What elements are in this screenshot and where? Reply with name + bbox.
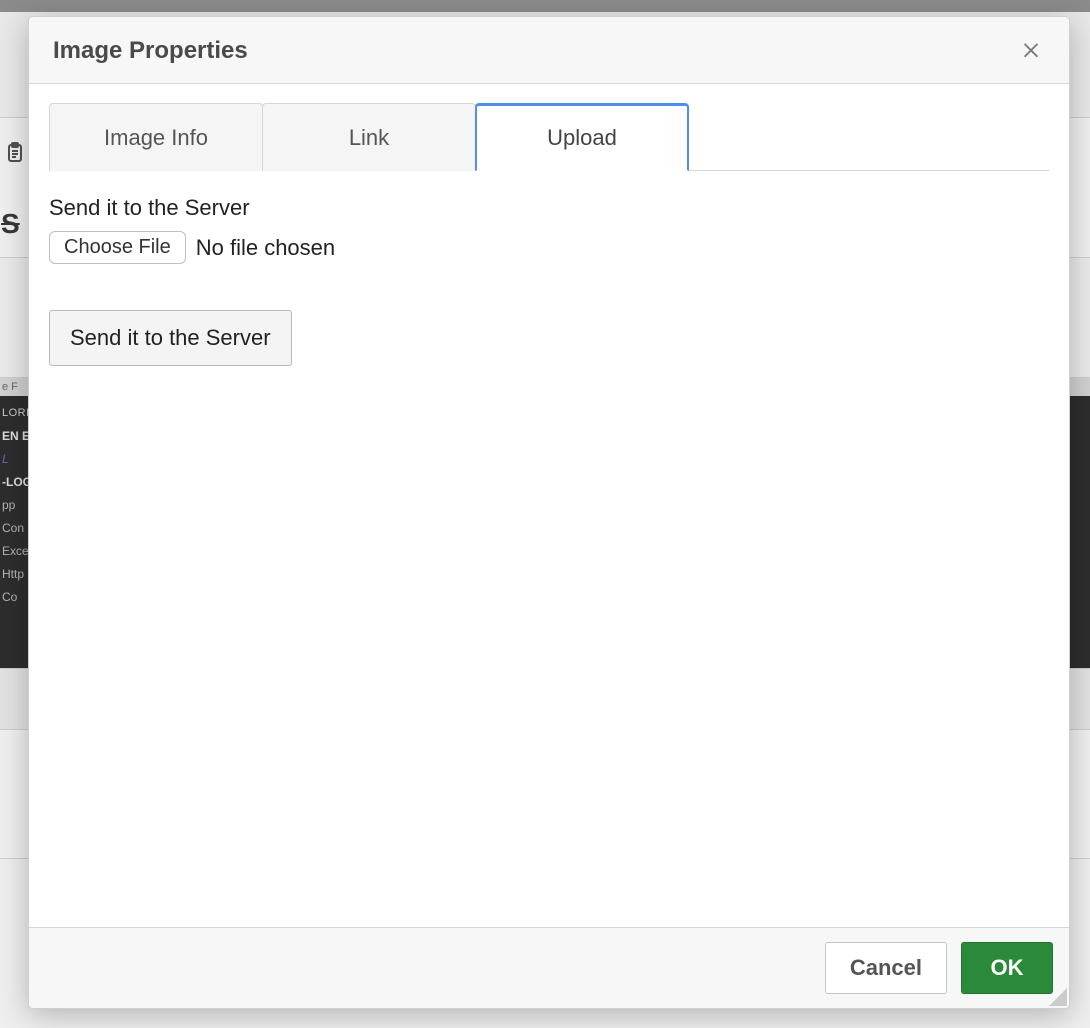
upload-section-label: Send it to the Server	[49, 195, 1049, 221]
dialog-header: Image Properties	[29, 17, 1069, 84]
tab-label: Upload	[547, 125, 617, 151]
dialog-body: Image Info Link Upload Send it to the Se…	[29, 84, 1069, 927]
tab-link[interactable]: Link	[262, 103, 476, 171]
cancel-button[interactable]: Cancel	[825, 942, 947, 994]
tab-label: Link	[349, 125, 389, 151]
file-input-row: Choose File No file chosen	[49, 231, 1049, 264]
send-to-server-button[interactable]: Send it to the Server	[49, 310, 292, 366]
tab-image-info[interactable]: Image Info	[49, 103, 263, 171]
tab-bar: Image Info Link Upload	[49, 102, 1049, 171]
dialog-title: Image Properties	[53, 37, 248, 65]
resize-grip-icon[interactable]	[1049, 988, 1067, 1006]
close-button[interactable]	[1017, 37, 1045, 65]
dialog-footer: Cancel OK	[29, 927, 1069, 1008]
choose-file-button[interactable]: Choose File	[49, 231, 186, 264]
ok-button[interactable]: OK	[961, 942, 1053, 994]
close-icon	[1020, 38, 1042, 65]
image-properties-dialog: Image Properties Image Info Link Upload …	[28, 16, 1070, 1009]
file-status-text: No file chosen	[196, 235, 335, 261]
tab-upload[interactable]: Upload	[475, 103, 689, 171]
tab-label: Image Info	[104, 125, 208, 151]
